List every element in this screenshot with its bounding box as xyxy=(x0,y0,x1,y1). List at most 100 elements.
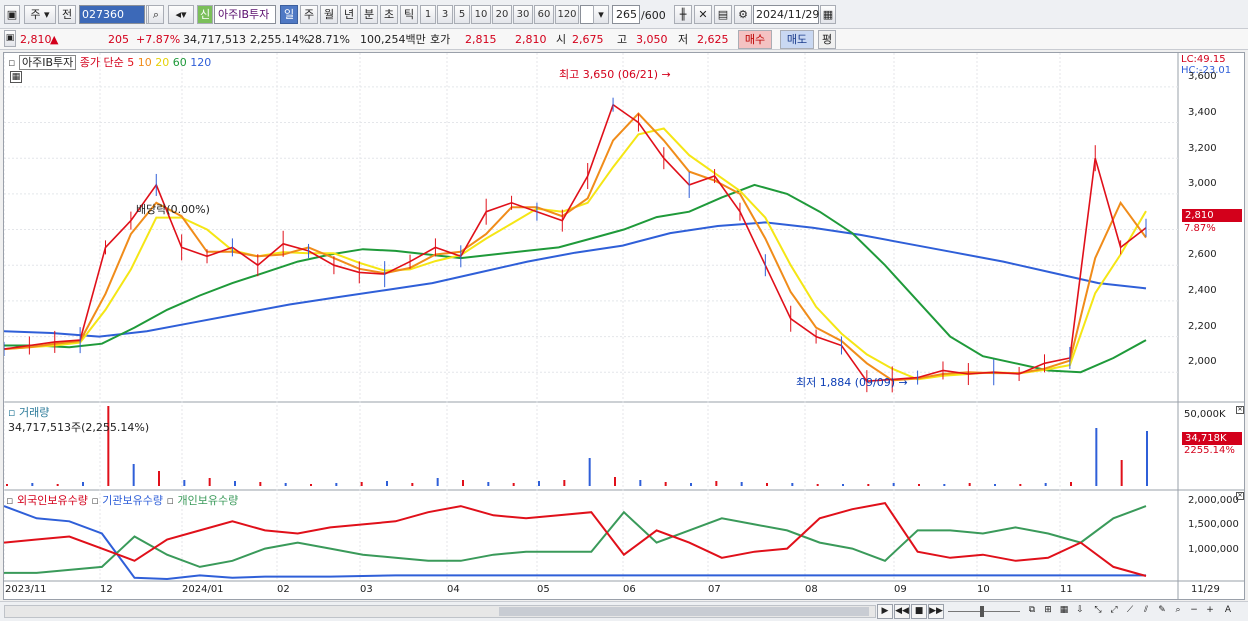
period-minute-tab[interactable]: 분 xyxy=(360,5,378,24)
holdings-legend-marker-3: ▫ xyxy=(166,494,174,507)
y-tick-3000: 3,000 xyxy=(1188,178,1217,189)
turnover-rate: 28.71% xyxy=(308,33,350,46)
candle-icon[interactable]: ╫ xyxy=(674,5,692,24)
line-tool-icon[interactable]: ⤡ xyxy=(1090,604,1106,619)
x-label-04: 04 xyxy=(447,584,460,595)
interval-5[interactable]: 5 xyxy=(454,5,470,24)
save-icon[interactable]: ▤ xyxy=(714,5,732,24)
draw-tool-icon[interactable]: ✎ xyxy=(1154,604,1170,619)
stop-icon[interactable]: ■ xyxy=(911,604,927,619)
grid-icon[interactable]: ▦ xyxy=(1056,604,1072,619)
volume-bar-37 xyxy=(943,484,946,486)
zoom-slider-handle[interactable] xyxy=(980,606,984,617)
high-label: 고 xyxy=(617,33,628,46)
stock-code-input[interactable]: 027360 xyxy=(79,5,145,24)
x-label-12: 12 xyxy=(100,584,113,595)
period-month-tab[interactable]: 월 xyxy=(320,5,338,24)
y-tick-2600: 2,600 xyxy=(1188,249,1217,260)
volume-bar-10 xyxy=(259,482,262,486)
volume-bar-38 xyxy=(968,483,971,486)
buy-button[interactable]: 매수 xyxy=(738,30,772,49)
interval-120[interactable]: 120 xyxy=(555,5,579,24)
trend-tool-icon[interactable]: ⤢ xyxy=(1106,604,1122,619)
interval-20[interactable]: 20 xyxy=(492,5,512,24)
high-annotation-text: 최고 3,650 (06/21) xyxy=(559,68,659,81)
interval-30[interactable]: 30 xyxy=(513,5,533,24)
sell-button[interactable]: 매도 xyxy=(780,30,814,49)
zoom-slider[interactable] xyxy=(948,611,1020,612)
settings-icon[interactable]: ⚙ xyxy=(734,5,752,24)
play-icon[interactable]: ▶ xyxy=(877,604,893,619)
font-size-icon[interactable]: A xyxy=(1220,604,1236,619)
zoom-out-icon[interactable]: − xyxy=(1186,604,1202,619)
layout-icon[interactable]: ▣ xyxy=(4,5,20,24)
open-price: 2,675 xyxy=(572,33,604,46)
channel-tool-icon[interactable]: ⫽ xyxy=(1138,604,1154,619)
table-icon[interactable]: ▦ xyxy=(10,71,22,83)
volume-bar-16 xyxy=(411,483,414,486)
copy-icon[interactable]: ⧉ xyxy=(1024,604,1040,619)
rewind-icon[interactable]: ◀◀ xyxy=(894,604,910,619)
interval-3[interactable]: 3 xyxy=(437,5,453,24)
split-icon[interactable]: ⊞ xyxy=(1040,604,1056,619)
collapse-icon[interactable]: ▣ xyxy=(4,30,16,47)
stock-name-field: 아주IB투자 xyxy=(214,5,276,24)
interval-10[interactable]: 10 xyxy=(471,5,491,24)
holdings-individual-line xyxy=(4,505,1147,574)
volume-bar-34 xyxy=(867,484,870,486)
volume-bar-12 xyxy=(310,484,312,486)
date-input[interactable]: 2024/11/29 xyxy=(753,5,819,24)
holdings-panel-close-icon[interactable]: ✕ xyxy=(1236,492,1244,500)
holdings-institution-line xyxy=(4,505,1146,581)
period-type-select[interactable]: 주 ▾ xyxy=(24,5,56,24)
volume-bar-43 xyxy=(1095,428,1098,486)
fib-tool-icon[interactable]: ⟋ xyxy=(1122,604,1138,619)
prev-button[interactable]: 전 xyxy=(58,5,76,24)
ma120-line xyxy=(4,221,1147,338)
volume-bar-15 xyxy=(386,481,388,486)
interval-1[interactable]: 1 xyxy=(420,5,436,24)
volume-bar-41 xyxy=(1044,483,1047,486)
crosshair-icon[interactable]: ✕ xyxy=(694,5,712,24)
ma-legend-60: 60 xyxy=(172,56,187,69)
current-price-tag: 2,810 xyxy=(1182,209,1242,222)
forward-icon[interactable]: ▶▶ xyxy=(928,604,944,619)
magnifier-icon[interactable]: ⌕ xyxy=(1170,604,1186,619)
export-icon[interactable]: ⇩ xyxy=(1072,604,1088,619)
interval-dropdown-icon[interactable]: ▾ xyxy=(593,5,609,24)
chart-canvas xyxy=(4,53,1244,599)
eval-button[interactable]: 평 xyxy=(818,30,836,49)
zoom-in-icon[interactable]: + xyxy=(1202,604,1218,619)
ma-legend-10: 10 xyxy=(137,56,152,69)
search-icon[interactable]: ⌕ xyxy=(148,5,164,24)
price-change: 205 xyxy=(108,33,129,46)
period-day-tab[interactable]: 일 xyxy=(280,5,298,24)
volume-bar-17 xyxy=(436,478,439,486)
horizontal-scrollbar[interactable] xyxy=(4,605,876,618)
interval-60[interactable]: 60 xyxy=(534,5,554,24)
volume-legend: ▫ 거래량 xyxy=(8,404,49,420)
period-year-tab[interactable]: 년 xyxy=(340,5,358,24)
period-tick-tab[interactable]: 틱 xyxy=(400,5,418,24)
low-label: 저 xyxy=(678,33,689,46)
sound-icon[interactable]: ◂▾ xyxy=(168,5,194,24)
current-price: 2,810 xyxy=(20,33,52,46)
volume-bar-0 xyxy=(6,484,8,486)
scrollbar-thumb[interactable] xyxy=(499,607,869,616)
period-week-tab[interactable]: 주 xyxy=(300,5,318,24)
count-input[interactable]: 265 xyxy=(612,5,640,24)
period-second-tab[interactable]: 초 xyxy=(380,5,398,24)
volume-bar-6 xyxy=(158,471,160,486)
x-label-03: 03 xyxy=(360,584,373,595)
volume-panel-close-icon[interactable]: ✕ xyxy=(1236,406,1244,414)
stock-chart[interactable]: ▫ 아주IB투자 종가 단순 5 10 20 60 120 ▦ ▫ 거래량 34… xyxy=(3,52,1245,600)
low-annotation: 최저 1,884 (09/09) → xyxy=(796,376,908,389)
volume-bar-31 xyxy=(791,483,794,486)
calendar-icon[interactable]: ▦ xyxy=(820,5,836,24)
volume-value: 34,717,513 xyxy=(183,33,246,46)
trade-amount: 100,254백만 xyxy=(360,33,426,46)
volume-bar-35 xyxy=(892,483,895,486)
dividend-annotation: 배당락(0.00%) xyxy=(136,203,210,216)
volume-bar-11 xyxy=(284,483,287,486)
x-label-05: 05 xyxy=(537,584,550,595)
